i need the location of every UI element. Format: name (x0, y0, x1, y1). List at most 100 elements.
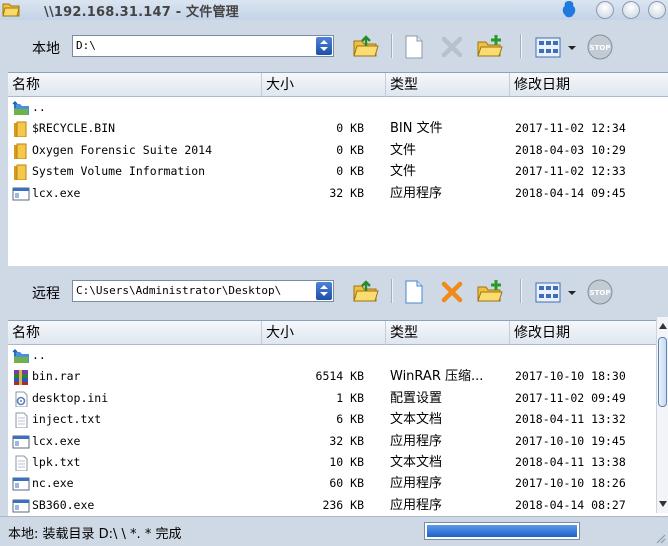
file-date: 2018-04-11 13:38 (515, 454, 626, 469)
folder-up-icon[interactable] (352, 278, 380, 306)
parent-dir-icon (12, 101, 29, 115)
file-row[interactable]: .. (8, 345, 668, 366)
scroll-down-icon[interactable] (659, 501, 667, 507)
ini-icon (15, 391, 28, 407)
file-type: 应用程序 (390, 185, 443, 201)
file-date (515, 345, 665, 366)
file-row[interactable]: desktop.ini 1 KB 配置设置 2017-11-02 09:49 (8, 388, 668, 409)
file-row[interactable]: inject.txt 6 KB 文本文档 2018-04-11 13:32 (8, 409, 668, 430)
view-mode-icon[interactable] (534, 278, 564, 306)
new-folder-icon[interactable] (476, 33, 504, 61)
resize-grip-icon[interactable] (654, 532, 666, 544)
chevron-down-icon[interactable] (316, 37, 332, 55)
view-mode-icon[interactable] (534, 33, 564, 61)
file-type: BIN 文件 (390, 121, 443, 137)
file-type (390, 345, 514, 366)
file-row[interactable]: .. (8, 97, 668, 118)
svg-text:STOP: STOP (590, 44, 611, 52)
progress-bar (424, 522, 580, 540)
view-dropdown-icon[interactable] (566, 278, 578, 306)
file-row[interactable]: System Volume Information 0 KB 文件 2017-11-0… (8, 161, 668, 182)
toolbar-separator (520, 34, 521, 58)
file-type: 配置设置 (390, 390, 443, 406)
file-size (272, 97, 364, 118)
folder-icon (14, 143, 27, 159)
file-date: 2017-10-10 18:26 (515, 476, 626, 491)
file-size: 60 KB (329, 476, 364, 491)
file-name: inject.txt (32, 412, 102, 427)
file-row[interactable]: SB360.exe 236 KB 应用程序 2018-04-14 08:27 (8, 495, 668, 516)
file-name: Oxygen Forensic Suite 2014 (32, 142, 213, 157)
file-name: lpk.txt (32, 454, 81, 469)
file-date: 2018-04-14 09:45 (515, 185, 626, 200)
remote-path-combo[interactable]: C:\Users\Administrator\Desktop\ (72, 280, 334, 302)
stop-icon[interactable]: STOP (586, 278, 614, 306)
local-list-header: 名称 大小 类型 修改日期 (8, 73, 668, 97)
scroll-thumb[interactable] (658, 337, 667, 407)
column-header-type[interactable]: 类型 (386, 321, 510, 345)
file-type: WinRAR 压缩... (390, 369, 484, 385)
file-row[interactable]: lcx.exe 32 KB 应用程序 2018-04-14 09:45 (8, 183, 668, 204)
remote-file-list: 名称 大小 类型 修改日期 .. bin.rar 6514 KB WinRAR 压缩.… (8, 320, 668, 516)
delete-icon[interactable] (438, 33, 466, 61)
toolbar-separator (520, 279, 521, 303)
title-bar: \\192.168.31.147 - 文件管理 (0, 0, 668, 20)
new-folder-icon[interactable] (476, 278, 504, 306)
local-rows: .. $RECYCLE.BIN 0 KB BIN 文件 2017-11-02 12:34… (8, 97, 668, 204)
file-row[interactable]: nc.exe 60 KB 应用程序 2017-10-10 18:26 (8, 473, 668, 494)
column-header-date[interactable]: 修改日期 (510, 73, 668, 97)
file-type: 文件 (390, 142, 417, 158)
new-file-icon[interactable] (400, 33, 428, 61)
view-dropdown-icon[interactable] (566, 33, 578, 61)
delete-icon[interactable] (438, 278, 466, 306)
file-row[interactable]: bin.rar 6514 KB WinRAR 压缩... 2017-10-10 18:… (8, 366, 668, 387)
file-name: bin.rar (32, 369, 81, 384)
file-size: 0 KB (336, 142, 364, 157)
file-size: 6514 KB (315, 369, 364, 384)
column-header-type[interactable]: 类型 (386, 73, 510, 97)
exe-icon (12, 477, 30, 491)
local-toolbar: 本地 D:\ STOP (0, 26, 668, 66)
toolbar-separator (391, 279, 392, 303)
window-title: \\192.168.31.147 - 文件管理 (44, 5, 239, 20)
file-size (272, 345, 364, 366)
file-type: 应用程序 (390, 497, 443, 513)
file-size: 32 KB (329, 185, 364, 200)
column-header-name[interactable]: 名称 (8, 73, 262, 97)
file-date: 2017-11-02 09:49 (515, 390, 626, 405)
chevron-down-icon[interactable] (316, 282, 332, 300)
file-name: .. (32, 348, 46, 362)
maximize-button[interactable] (622, 1, 640, 19)
remote-scrollbar[interactable] (656, 317, 668, 513)
local-path-value: D:\ (76, 39, 96, 52)
new-file-icon[interactable] (400, 278, 428, 306)
status-text: 本地: 装载目录 D:\ \ *. * 完成 (8, 527, 182, 542)
file-row[interactable]: Oxygen Forensic Suite 2014 0 KB 文件 2018-04-… (8, 140, 668, 161)
remote-rows: .. bin.rar 6514 KB WinRAR 压缩... 2017-10-10 1… (8, 345, 668, 516)
stop-icon[interactable]: STOP (586, 33, 614, 61)
local-path-combo[interactable]: D:\ (72, 35, 334, 57)
file-row[interactable]: $RECYCLE.BIN 0 KB BIN 文件 2017-11-02 12:34 (8, 118, 668, 139)
close-button[interactable] (648, 1, 666, 19)
scroll-up-icon[interactable] (659, 323, 667, 329)
rar-icon (14, 370, 28, 386)
file-type: 文件 (390, 164, 417, 180)
column-header-date[interactable]: 修改日期 (510, 321, 656, 345)
file-name: lcx.exe (32, 185, 81, 200)
brand-icon (562, 1, 576, 18)
minimize-button[interactable] (596, 1, 614, 19)
column-header-size[interactable]: 大小 (262, 73, 386, 97)
file-date: 2018-04-14 08:27 (515, 497, 626, 512)
file-date: 2017-11-02 12:33 (515, 164, 626, 179)
file-row[interactable]: lcx.exe 32 KB 应用程序 2017-10-10 19:45 (8, 431, 668, 452)
exe-icon (12, 435, 30, 449)
column-header-size[interactable]: 大小 (262, 321, 386, 345)
file-size: 1 KB (336, 390, 364, 405)
parent-dir-icon (12, 349, 29, 363)
column-header-name[interactable]: 名称 (8, 321, 262, 345)
file-date: 2018-04-11 13:32 (515, 412, 626, 427)
file-date: 2017-11-02 12:34 (515, 121, 626, 136)
local-file-list: 名称 大小 类型 修改日期 .. $RECYCLE.BIN 0 KB BIN 文件 20… (8, 72, 668, 266)
folder-up-icon[interactable] (352, 33, 380, 61)
file-row[interactable]: lpk.txt 10 KB 文本文档 2018-04-11 13:38 (8, 452, 668, 473)
